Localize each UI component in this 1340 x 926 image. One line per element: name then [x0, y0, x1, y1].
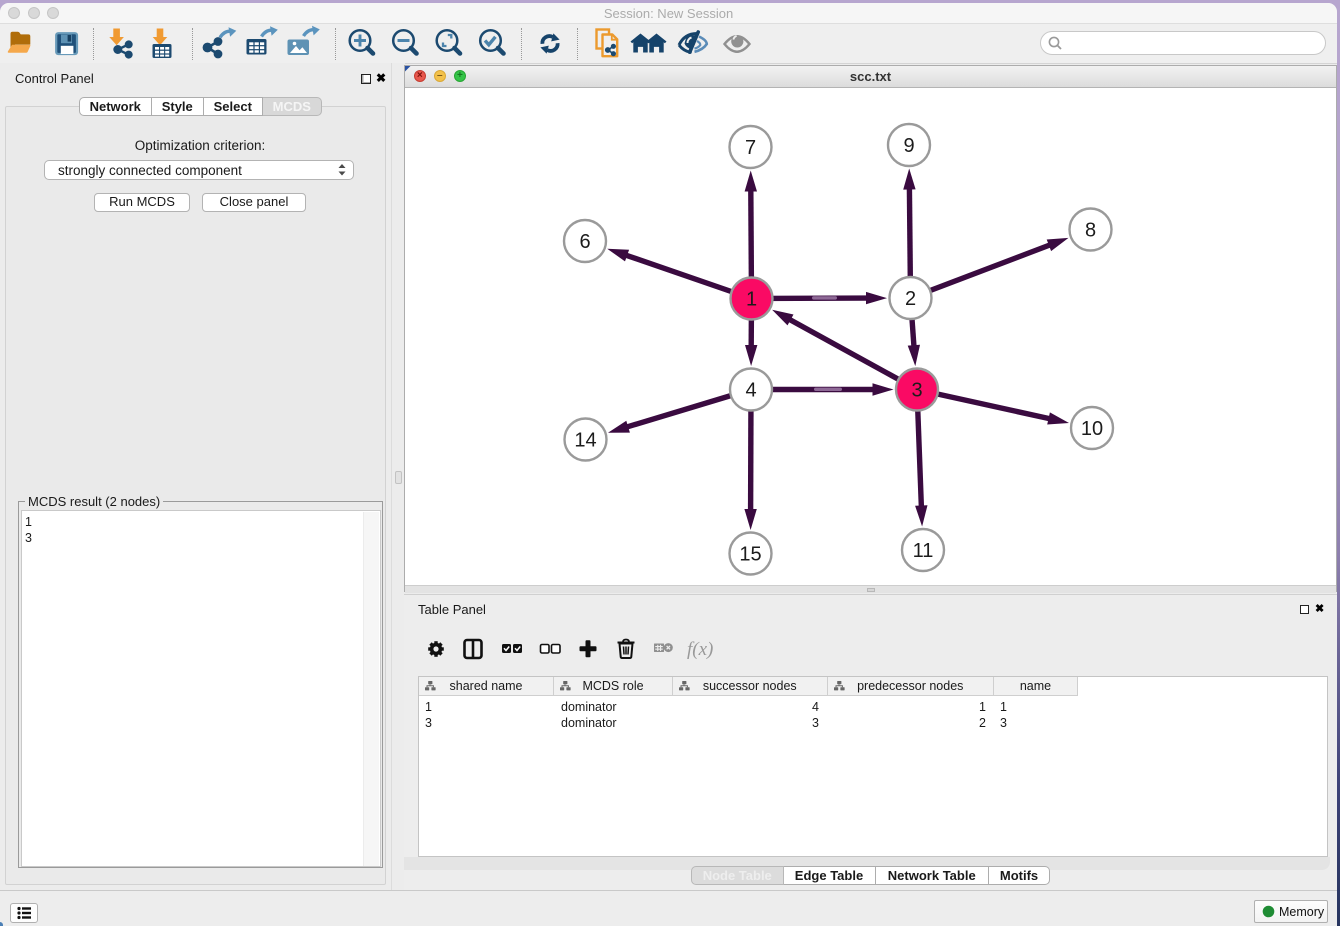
svg-text:2: 2 — [905, 288, 916, 310]
svg-text:14: 14 — [574, 430, 596, 452]
svg-text:4: 4 — [745, 380, 756, 402]
svg-text:10: 10 — [1081, 418, 1103, 440]
svg-text:1: 1 — [746, 289, 757, 311]
svg-text:6: 6 — [579, 231, 590, 253]
svg-text:8: 8 — [1085, 220, 1096, 242]
svg-text:f(x): f(x) — [687, 639, 713, 660]
svg-text:11: 11 — [913, 540, 934, 562]
svg-text:3: 3 — [911, 380, 922, 402]
svg-text:7: 7 — [745, 137, 756, 159]
svg-text:9: 9 — [903, 135, 914, 157]
svg-text:15: 15 — [739, 544, 761, 566]
